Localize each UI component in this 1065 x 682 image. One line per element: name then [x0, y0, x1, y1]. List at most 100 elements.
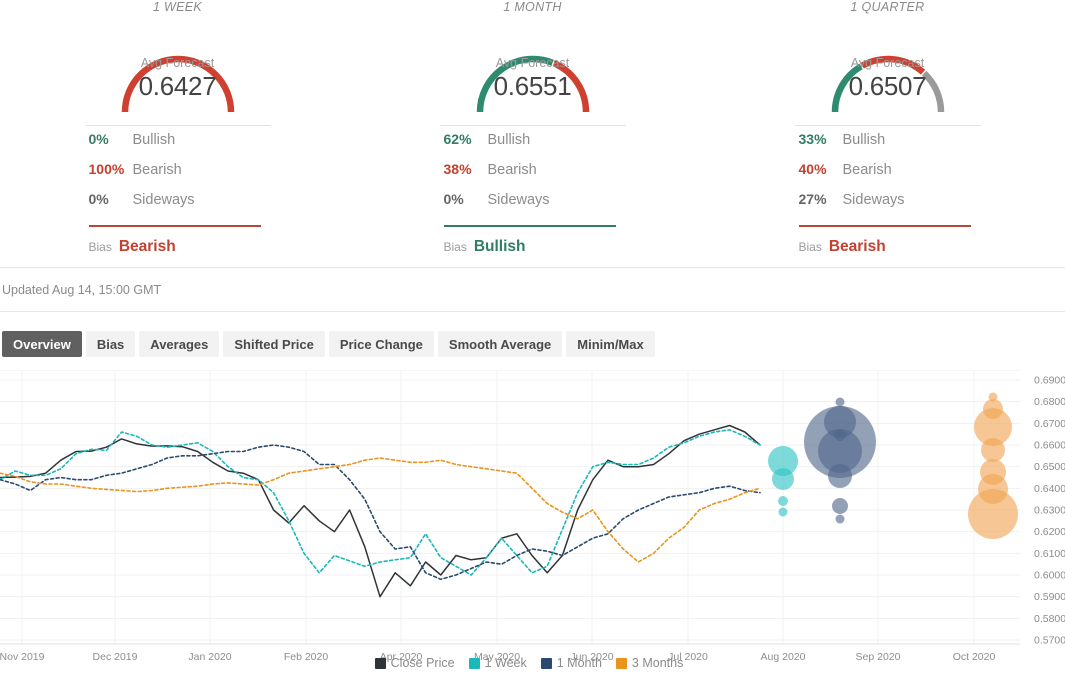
sentiment-row-bearish: 100% Bearish	[85, 161, 271, 191]
tab-price-change[interactable]: Price Change	[328, 331, 434, 357]
bubble-cluster-1-week-forecast-distribution	[768, 446, 798, 517]
legend-item-3-months[interactable]: 3 Months	[615, 656, 684, 670]
bias-label: Bias	[798, 240, 822, 254]
forecast-card: 1 WEEK Avg Forecast 0.6427 0% Bullish 100% Bea…	[0, 0, 355, 267]
forecast-gauge	[121, 55, 234, 113]
y-axis-tick-label: 0.6100	[1034, 548, 1065, 560]
tab-minim-max[interactable]: Minim/Max	[566, 331, 655, 357]
tab-smooth-average[interactable]: Smooth Average	[437, 331, 563, 357]
tab-bias[interactable]: Bias	[85, 331, 136, 357]
forecast-bubble	[968, 489, 1018, 539]
legend-label: 1 Week	[484, 656, 527, 670]
bias-value: Bullish	[473, 238, 526, 255]
sentiment-label-bullish: Bullish	[487, 132, 531, 148]
forecast-bubble	[981, 438, 1005, 462]
forecast-bubble	[828, 464, 852, 488]
sentiment-pct-bullish: 62%	[443, 131, 472, 147]
legend-swatch-icon	[468, 657, 480, 669]
sentiment-label-bullish: Bullish	[842, 132, 886, 148]
sentiment-pct-bullish: 33%	[798, 131, 827, 147]
sentiment-pct-bearish: 100%	[88, 161, 125, 177]
updated-timestamp: Updated Aug 14, 15:00 GMT	[2, 282, 162, 297]
forecast-cards-row: 1 WEEK Avg Forecast 0.6427 0% Bullish 100% Bea…	[0, 0, 1065, 268]
gauge-segment-bearish	[551, 60, 589, 113]
chart-tab-bar: Overview Bias Averages Shifted Price Price C…	[0, 312, 1065, 370]
sentiment-pct-bearish: 40%	[798, 161, 827, 177]
tab-averages[interactable]: Averages	[139, 331, 220, 357]
legend-swatch-icon	[615, 657, 627, 669]
bias-row: Bias Bearish	[85, 227, 271, 256]
updated-bar: Updated Aug 14, 15:00 GMT	[0, 268, 1065, 312]
legend-label: 1 Month	[556, 656, 602, 670]
sentiment-label-bearish: Bearish	[132, 162, 182, 178]
tab-overview[interactable]: Overview	[2, 331, 82, 357]
bias-value: Bearish	[118, 238, 176, 255]
sentiment-row-bullish: 0% Bullish	[85, 131, 271, 161]
forecast-bubble	[772, 468, 794, 490]
legend-label: 3 Months	[631, 656, 684, 670]
forecast-bubble	[835, 514, 845, 524]
y-axis-tick-label: 0.6300	[1034, 505, 1065, 517]
sentiment-row-bullish: 33% Bullish	[795, 131, 981, 161]
gauge-wrap: Avg Forecast 0.6507	[788, 20, 988, 116]
gauge-wrap: Avg Forecast 0.6427	[78, 20, 278, 116]
sentiment-pct-bullish: 0%	[88, 131, 109, 147]
gauge-segment-bullish	[476, 55, 554, 113]
bias-value: Bearish	[828, 238, 886, 255]
sentiment-label-sideways: Sideways	[487, 192, 550, 208]
forecast-card: 1 MONTH Avg Forecast 0.6551 62% Bullish 38% Be…	[355, 0, 710, 267]
y-axis-tick-label: 0.6400	[1034, 483, 1065, 495]
gauge-wrap: Avg Forecast 0.6551	[433, 20, 633, 116]
y-axis-tick-label: 0.5900	[1034, 591, 1065, 603]
sentiment-row-bearish: 40% Bearish	[795, 161, 981, 191]
legend-swatch-icon	[540, 657, 552, 669]
forecast-bubble	[778, 496, 788, 506]
forecast-bubble	[835, 397, 845, 407]
chart-svg: 0.6900 0.6800 0.6700 0.6600 0.6500 0.6400 0.63…	[0, 370, 1065, 663]
gauge-segment-bullish	[831, 63, 863, 113]
sentiment-label-bearish: Bearish	[487, 162, 537, 178]
forecast-card: 1 QUARTER Avg Forecast 0.6507 33% Bullish 40%…	[710, 0, 1065, 267]
tab-shifted-price[interactable]: Shifted Price	[223, 331, 325, 357]
forecast-gauge	[831, 55, 944, 113]
forecast-card-title: 1 QUARTER	[850, 0, 925, 14]
y-axis-tick-label: 0.6600	[1034, 440, 1065, 452]
sentiment-percent-list: 33% Bullish 40% Bearish 27% Sideways	[795, 126, 981, 221]
bias-label: Bias	[88, 240, 112, 254]
y-axis-tick-label: 0.6200	[1034, 526, 1065, 538]
chart-legend: Close Price 1 Week 1 Month 3 Months	[0, 656, 1065, 670]
y-axis-tick-label: 0.5800	[1034, 613, 1065, 625]
bias-label: Bias	[443, 240, 467, 254]
bias-row: Bias Bullish	[440, 227, 626, 256]
bias-row: Bias Bearish	[795, 227, 981, 256]
legend-item-close-price[interactable]: Close Price	[374, 656, 455, 670]
sentiment-row-bullish: 62% Bullish	[440, 131, 626, 161]
sentiment-pct-sideways: 0%	[443, 191, 464, 207]
sentiment-row-sideways: 0% Sideways	[85, 191, 271, 221]
legend-item-1-month[interactable]: 1 Month	[540, 656, 602, 670]
y-axis-tick-label: 0.5700	[1034, 635, 1065, 647]
sentiment-label-bullish: Bullish	[132, 132, 176, 148]
y-axis-tick-label: 0.6700	[1034, 418, 1065, 430]
gauge-segment-sideways	[921, 70, 944, 113]
forecast-card-title: 1 MONTH	[503, 0, 562, 14]
forecast-chart: 0.6900 0.6800 0.6700 0.6600 0.6500 0.6400 0.63…	[0, 370, 1065, 672]
sentiment-label-bearish: Bearish	[842, 162, 892, 178]
sentiment-percent-list: 0% Bullish 100% Bearish 0% Sideways	[85, 126, 271, 221]
gauge-segment-bearish	[121, 55, 234, 113]
gauge-segment-bearish	[860, 55, 925, 75]
sentiment-pct-bearish: 38%	[443, 161, 472, 177]
y-axis-tick-label: 0.6800	[1034, 396, 1065, 408]
legend-label: Close Price	[390, 656, 455, 670]
y-axis-tick-label: 0.6000	[1034, 570, 1065, 582]
legend-item-1-week[interactable]: 1 Week	[468, 656, 527, 670]
series-line-close-price	[0, 424, 761, 598]
forecast-bubble	[832, 498, 848, 514]
bubble-cluster-1-month-forecast-distribution	[804, 397, 876, 524]
sentiment-row-bearish: 38% Bearish	[440, 161, 626, 191]
sentiment-percent-list: 62% Bullish 38% Bearish 0% Sideways	[440, 126, 626, 221]
bubble-cluster-3-months-forecast-distribution	[968, 392, 1018, 539]
sentiment-row-sideways: 27% Sideways	[795, 191, 981, 221]
sentiment-label-sideways: Sideways	[132, 192, 195, 208]
sentiment-pct-sideways: 0%	[88, 191, 109, 207]
